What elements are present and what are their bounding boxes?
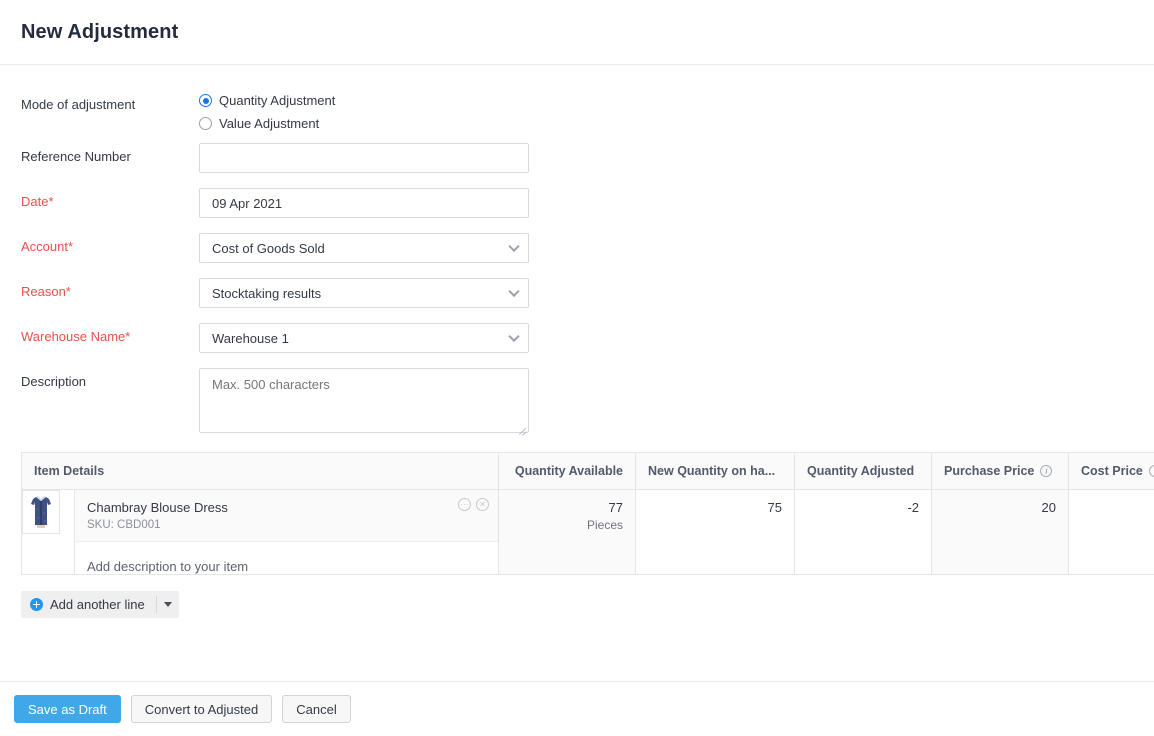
items-table-header-row: Item Details Quantity Available New Quan…: [22, 453, 1154, 490]
field-date: Date*: [21, 188, 1154, 218]
new-quantity-on-hand-value[interactable]: 75: [636, 490, 794, 525]
close-icon[interactable]: ✕: [476, 498, 489, 511]
field-reason: Reason* Stocktaking results: [21, 278, 1154, 308]
account-select-value: Cost of Goods Sold: [212, 241, 325, 256]
quantity-available-cell: 77 Pieces: [499, 490, 636, 575]
reason-label: Reason*: [21, 278, 199, 299]
new-quantity-on-hand-cell[interactable]: 75: [636, 490, 795, 575]
purchase-price-cell: 20: [932, 490, 1069, 575]
add-line-wrapper: Add another line: [21, 591, 1154, 618]
item-name-block: Chambray Blouse Dress SKU: CBD001 ··· ✕: [75, 490, 498, 542]
dress-image: [23, 491, 59, 533]
items-table-wrapper: Item Details Quantity Available New Quan…: [21, 452, 1138, 575]
radio-value-adjustment-label: Value Adjustment: [219, 116, 319, 131]
reason-select[interactable]: Stocktaking results: [199, 278, 529, 308]
quantity-adjusted-value[interactable]: -2: [795, 490, 931, 525]
column-header-item-details: Item Details: [22, 453, 499, 490]
page-header: New Adjustment: [0, 0, 1154, 65]
warehouse-select[interactable]: Warehouse 1: [199, 323, 529, 353]
add-line-dropdown-toggle[interactable]: [157, 591, 179, 618]
field-description: Description: [21, 368, 1154, 436]
reference-number-input[interactable]: [199, 143, 529, 173]
column-header-new-quantity-on-hand: New Quantity on ha...: [636, 453, 795, 490]
mode-of-adjustment-label: Mode of adjustment: [21, 91, 199, 112]
item-sku: SKU: CBD001: [87, 519, 486, 531]
description-textarea[interactable]: [199, 368, 529, 433]
column-header-purchase-price: Purchase Price i: [932, 453, 1069, 490]
radio-value-adjustment[interactable]: Value Adjustment: [199, 116, 335, 131]
date-label: Date*: [21, 188, 199, 209]
reference-number-label: Reference Number: [21, 143, 199, 164]
add-another-line-button[interactable]: Add another line: [21, 591, 179, 618]
column-header-quantity-adjusted: Quantity Adjusted: [795, 453, 932, 490]
cancel-button[interactable]: Cancel: [282, 695, 350, 723]
info-icon[interactable]: i: [1149, 465, 1154, 477]
column-header-quantity-available: Quantity Available: [499, 453, 636, 490]
date-input[interactable]: [199, 188, 529, 218]
radio-quantity-adjustment-label: Quantity Adjustment: [219, 93, 335, 108]
purchase-price-value: 20: [932, 490, 1068, 525]
row-action-icons: ··· ✕: [458, 498, 489, 511]
item-thumbnail[interactable]: [22, 490, 60, 534]
item-thumbnail-cell: [22, 490, 75, 575]
radio-unselected-icon: [199, 117, 212, 130]
mode-radio-group: Quantity Adjustment Value Adjustment: [199, 91, 335, 131]
save-as-draft-button[interactable]: Save as Draft: [14, 695, 121, 723]
info-icon[interactable]: i: [1040, 465, 1052, 477]
ellipsis-icon[interactable]: ···: [458, 498, 471, 511]
account-label: Account*: [21, 233, 199, 254]
add-another-line-label: Add another line: [50, 597, 145, 612]
caret-down-icon: [164, 602, 172, 607]
field-reference-number: Reference Number: [21, 143, 1154, 173]
quantity-available-unit: Pieces: [511, 518, 623, 532]
quantity-available-value: 77: [511, 500, 623, 515]
reason-select-value: Stocktaking results: [212, 286, 321, 301]
column-header-cost-price: Cost Price i: [1069, 453, 1154, 490]
page-title: New Adjustment: [21, 21, 178, 44]
item-details-cell: Chambray Blouse Dress SKU: CBD001 ··· ✕ …: [75, 490, 499, 575]
radio-selected-icon: [199, 94, 212, 107]
items-table: Item Details Quantity Available New Quan…: [21, 452, 1154, 575]
adjustment-form: Mode of adjustment Quantity Adjustment V…: [0, 65, 1154, 436]
form-footer: Save as Draft Convert to Adjusted Cancel: [0, 681, 1154, 736]
purchase-price-text: Purchase Price: [944, 464, 1034, 478]
item-description-input[interactable]: Add description to your item: [75, 542, 498, 574]
radio-quantity-adjustment[interactable]: Quantity Adjustment: [199, 93, 335, 108]
cost-price-text: Cost Price: [1081, 464, 1143, 478]
convert-to-adjusted-button[interactable]: Convert to Adjusted: [131, 695, 272, 723]
field-mode-of-adjustment: Mode of adjustment Quantity Adjustment V…: [21, 91, 1154, 131]
quantity-adjusted-cell[interactable]: -2: [795, 490, 932, 575]
cost-price-value[interactable]: 25: [1069, 490, 1154, 525]
field-account: Account* Cost of Goods Sold: [21, 233, 1154, 263]
description-label: Description: [21, 368, 199, 389]
plus-circle-icon: [30, 598, 43, 611]
field-warehouse-name: Warehouse Name* Warehouse 1: [21, 323, 1154, 353]
account-select[interactable]: Cost of Goods Sold: [199, 233, 529, 263]
item-name[interactable]: Chambray Blouse Dress: [87, 500, 486, 515]
cost-price-cell[interactable]: 25: [1069, 490, 1154, 575]
warehouse-select-value: Warehouse 1: [212, 331, 289, 346]
table-row: Chambray Blouse Dress SKU: CBD001 ··· ✕ …: [22, 490, 1154, 575]
warehouse-name-label: Warehouse Name*: [21, 323, 199, 344]
